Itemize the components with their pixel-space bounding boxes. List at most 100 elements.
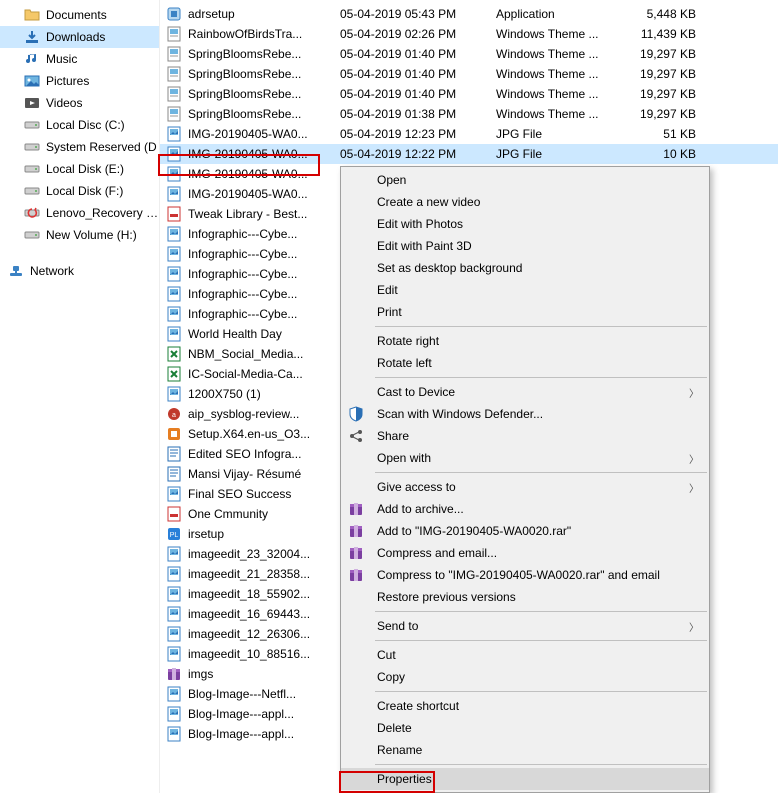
menu-item-cut[interactable]: Cut: [341, 644, 709, 666]
file-name: imageedit_10_88516...: [188, 647, 334, 661]
menu-separator: [375, 640, 707, 641]
tree-item-videos[interactable]: Videos: [0, 92, 159, 114]
tree-label: Network: [30, 264, 74, 278]
tree-item-downloads[interactable]: Downloads: [0, 26, 159, 48]
file-type: JPG File: [496, 127, 620, 141]
jpg-icon: [166, 486, 182, 502]
menu-item-edit[interactable]: Edit: [341, 279, 709, 301]
menu-item-rename[interactable]: Rename: [341, 739, 709, 761]
menu-item-edit-with-paint-3d[interactable]: Edit with Paint 3D: [341, 235, 709, 257]
jpg-icon: [166, 646, 182, 662]
jpg-icon: [166, 686, 182, 702]
menu-item-create-shortcut[interactable]: Create shortcut: [341, 695, 709, 717]
file-row[interactable]: SpringBloomsRebe...05-04-2019 01:40 PMWi…: [160, 64, 778, 84]
menu-item-rotate-left[interactable]: Rotate left: [341, 352, 709, 374]
menu-item-compress-to-img-20190405-wa0020-rar-and-email[interactable]: Compress to "IMG-20190405-WA0020.rar" an…: [341, 564, 709, 586]
file-size: 11,439 KB: [626, 27, 696, 41]
file-name: RainbowOfBirdsTra...: [188, 27, 334, 41]
file-size: 19,297 KB: [626, 87, 696, 101]
menu-label: Copy: [377, 670, 405, 684]
file-size: 19,297 KB: [626, 47, 696, 61]
file-name: imgs: [188, 667, 334, 681]
file-name: IMG-20190405-WA0...: [188, 127, 334, 141]
file-row[interactable]: RainbowOfBirdsTra...05-04-2019 02:26 PMW…: [160, 24, 778, 44]
tree-item-local-disk-e-[interactable]: Local Disk (E:): [0, 158, 159, 180]
drive-icon: [24, 117, 40, 133]
menu-item-rotate-right[interactable]: Rotate right: [341, 330, 709, 352]
tree-item-system-reserved-d[interactable]: System Reserved (D: [0, 136, 159, 158]
file-row[interactable]: adrsetup05-04-2019 05:43 PMApplication5,…: [160, 4, 778, 24]
file-date: 05-04-2019 01:40 PM: [340, 87, 490, 101]
menu-label: Scan with Windows Defender...: [377, 407, 543, 421]
chevron-right-icon: 〉: [689, 480, 699, 495]
pictures-icon: [24, 73, 40, 89]
jpg-icon: [166, 626, 182, 642]
tree-label: Documents: [46, 8, 107, 22]
jpg-icon: [166, 186, 182, 202]
tree-label: Pictures: [46, 74, 89, 88]
menu-item-add-to-archive[interactable]: Add to archive...: [341, 498, 709, 520]
menu-item-cast-to-device[interactable]: Cast to Device〉: [341, 381, 709, 403]
file-date: 05-04-2019 01:40 PM: [340, 67, 490, 81]
menu-item-scan-with-windows-defender[interactable]: Scan with Windows Defender...: [341, 403, 709, 425]
menu-label: Create a new video: [377, 195, 480, 209]
theme-icon: [166, 106, 182, 122]
menu-item-open[interactable]: Open: [341, 169, 709, 191]
jpg-icon: [166, 706, 182, 722]
tree-item-local-disk-f-[interactable]: Local Disk (F:): [0, 180, 159, 202]
file-row[interactable]: SpringBloomsRebe...05-04-2019 01:38 PMWi…: [160, 104, 778, 124]
xls-icon: [166, 346, 182, 362]
menu-item-set-as-desktop-background[interactable]: Set as desktop background: [341, 257, 709, 279]
doc-icon: [166, 466, 182, 482]
file-name: IC-Social-Media-Ca...: [188, 367, 334, 381]
menu-item-properties[interactable]: Properties: [341, 768, 709, 790]
file-row[interactable]: SpringBloomsRebe...05-04-2019 01:40 PMWi…: [160, 84, 778, 104]
menu-item-give-access-to[interactable]: Give access to 〉: [341, 476, 709, 498]
menu-item-share[interactable]: Share: [341, 425, 709, 447]
chevron-right-icon: 〉: [689, 451, 699, 466]
file-name: Tweak Library - Best...: [188, 207, 334, 221]
file-name: SpringBloomsRebe...: [188, 47, 334, 61]
menu-item-add-to-img-20190405-wa0020-rar[interactable]: Add to "IMG-20190405-WA0020.rar": [341, 520, 709, 542]
music-icon: [24, 51, 40, 67]
file-name: imageedit_12_26306...: [188, 627, 334, 641]
menu-item-open-with[interactable]: Open with〉: [341, 447, 709, 469]
menu-item-send-to[interactable]: Send to〉: [341, 615, 709, 637]
file-row[interactable]: SpringBloomsRebe...05-04-2019 01:40 PMWi…: [160, 44, 778, 64]
menu-item-print[interactable]: Print: [341, 301, 709, 323]
menu-item-delete[interactable]: Delete: [341, 717, 709, 739]
file-name: SpringBloomsRebe...: [188, 87, 334, 101]
menu-label: Send to: [377, 619, 418, 633]
theme-icon: [166, 46, 182, 62]
menu-label: Edit: [377, 283, 398, 297]
jpg-icon: [166, 126, 182, 142]
menu-item-create-a-new-video[interactable]: Create a new video: [341, 191, 709, 213]
tree-item-lenovo-recovery-g[interactable]: Lenovo_Recovery (G: [0, 202, 159, 224]
file-row[interactable]: IMG-20190405-WA0...05-04-2019 12:22 PMJP…: [160, 144, 778, 164]
tree-item-pictures[interactable]: Pictures: [0, 70, 159, 92]
menu-item-edit-with-photos[interactable]: Edit with Photos: [341, 213, 709, 235]
tree-item-documents[interactable]: Documents: [0, 4, 159, 26]
tree-item-local-disc-c-[interactable]: Local Disc (C:): [0, 114, 159, 136]
doc-icon: [166, 446, 182, 462]
menu-item-copy[interactable]: Copy: [341, 666, 709, 688]
menu-item-compress-and-email[interactable]: Compress and email...: [341, 542, 709, 564]
file-size: 19,297 KB: [626, 107, 696, 121]
file-type: JPG File: [496, 147, 620, 161]
menu-item-restore-previous-versions[interactable]: Restore previous versions: [341, 586, 709, 608]
tree-item-music[interactable]: Music: [0, 48, 159, 70]
menu-label: Add to "IMG-20190405-WA0020.rar": [377, 524, 571, 538]
file-name: adrsetup: [188, 7, 334, 21]
tree-item-new-volume-h-[interactable]: New Volume (H:): [0, 224, 159, 246]
menu-label: Give access to: [377, 480, 456, 494]
file-name: imageedit_16_69443...: [188, 607, 334, 621]
file-date: 05-04-2019 01:40 PM: [340, 47, 490, 61]
file-row[interactable]: IMG-20190405-WA0...05-04-2019 12:23 PMJP…: [160, 124, 778, 144]
aip-icon: a: [166, 406, 182, 422]
tree-item-network[interactable]: Network: [0, 260, 159, 282]
file-type: Windows Theme ...: [496, 27, 620, 41]
jpg-icon: [166, 286, 182, 302]
tree-label: Downloads: [46, 30, 105, 44]
tree-label: Local Disk (F:): [46, 184, 123, 198]
menu-label: Compress and email...: [377, 546, 497, 560]
